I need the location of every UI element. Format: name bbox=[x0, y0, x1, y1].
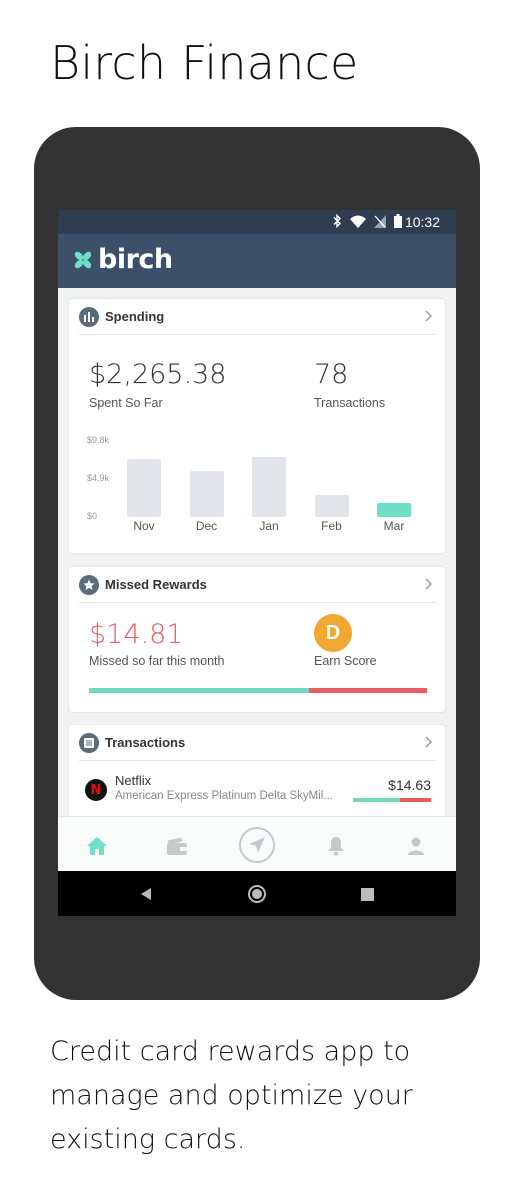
y-tick-label: $9.8k bbox=[87, 435, 110, 445]
app-logo[interactable]: birch bbox=[72, 244, 173, 275]
x-tick-label: Feb bbox=[321, 519, 342, 533]
transactions-count: 78 bbox=[314, 359, 349, 390]
wifi-icon bbox=[350, 215, 366, 231]
transaction-row[interactable]: N Netflix American Express Platinum Delt… bbox=[85, 773, 431, 809]
earn-score-label: Earn Score bbox=[314, 654, 377, 668]
chevron-right-icon[interactable] bbox=[421, 309, 435, 323]
list-icon bbox=[79, 732, 99, 753]
chart-bar-dec[interactable] bbox=[189, 471, 224, 517]
spending-bar-chart[interactable]: $9.8k $4.9k $0 Nov Dec Jan Feb Mar bbox=[79, 429, 439, 539]
recents-icon[interactable] bbox=[356, 883, 378, 905]
transactions-card-header[interactable]: Transactions bbox=[79, 725, 435, 761]
transaction-merchant: Netflix bbox=[115, 773, 152, 788]
home-icon[interactable] bbox=[80, 829, 114, 863]
profile-icon[interactable] bbox=[399, 829, 433, 863]
x-tick-label: Dec bbox=[195, 519, 218, 533]
missed-rewards-card-header[interactable]: Missed Rewards bbox=[79, 567, 435, 603]
bottom-navigation bbox=[58, 816, 456, 872]
status-bar: 10:32 bbox=[58, 210, 456, 234]
spending-amount: $2,265.38 bbox=[89, 359, 227, 390]
missed-rewards-amount: $14.81 bbox=[89, 619, 184, 650]
transaction-rewards-bar bbox=[353, 798, 431, 802]
brand-name: birch bbox=[98, 244, 173, 275]
chevron-right-icon[interactable] bbox=[421, 735, 435, 749]
rewards-progress-fill bbox=[89, 688, 309, 693]
earn-score-badge[interactable]: D bbox=[314, 614, 352, 652]
system-navigation-bar bbox=[58, 871, 456, 916]
wallet-icon[interactable] bbox=[160, 829, 194, 863]
star-icon bbox=[79, 574, 99, 595]
chart-bar-feb[interactable] bbox=[314, 494, 349, 517]
bar-chart-icon bbox=[79, 306, 99, 327]
battery-icon bbox=[394, 214, 402, 231]
netflix-logo-icon: N bbox=[85, 779, 107, 801]
transaction-card-name: American Express Platinum Delta SkyMil..… bbox=[115, 790, 333, 802]
rewards-progress-bar bbox=[89, 688, 427, 693]
status-time: 10:32 bbox=[404, 214, 440, 230]
transaction-rewards-fill bbox=[353, 798, 400, 802]
app-bar: birch bbox=[58, 234, 456, 288]
missed-rewards-label: Missed so far this month bbox=[89, 654, 225, 668]
birch-leaf-icon bbox=[72, 249, 94, 271]
spending-title: Spending bbox=[105, 309, 165, 324]
y-tick-label: $4.9k bbox=[87, 473, 110, 483]
spending-card[interactable]: Spending $2,265.38 Spent So Far 78 Trans… bbox=[68, 298, 446, 554]
x-tick-label: Nov bbox=[133, 519, 155, 533]
page-title: Birch Finance bbox=[50, 36, 359, 90]
phone-screen: 10:32 birch Spending $2,265.38 Spent So … bbox=[58, 210, 456, 916]
transaction-amount: $14.63 bbox=[388, 777, 431, 793]
bluetooth-icon bbox=[332, 213, 342, 231]
missed-rewards-title: Missed Rewards bbox=[105, 577, 207, 592]
home-button-icon[interactable] bbox=[246, 883, 268, 905]
navigate-icon[interactable] bbox=[239, 827, 275, 863]
spending-card-header[interactable]: Spending bbox=[79, 299, 435, 335]
x-tick-label: Jan bbox=[259, 519, 279, 533]
back-icon[interactable] bbox=[136, 883, 158, 905]
chart-bar-mar[interactable] bbox=[377, 503, 411, 517]
chart-bar-nov[interactable] bbox=[127, 458, 161, 517]
page-caption: Credit card rewards app to manage and op… bbox=[50, 1036, 413, 1155]
notifications-icon[interactable] bbox=[319, 829, 353, 863]
status-icons bbox=[332, 213, 402, 231]
transactions-count-label: Transactions bbox=[314, 396, 386, 410]
spending-amount-label: Spent So Far bbox=[89, 396, 163, 410]
transactions-title: Transactions bbox=[105, 735, 186, 750]
no-signal-icon bbox=[374, 214, 386, 231]
x-tick-label: Mar bbox=[383, 519, 405, 533]
y-tick-label: $0 bbox=[87, 511, 98, 521]
chart-bar-jan[interactable] bbox=[252, 456, 286, 517]
chevron-right-icon[interactable] bbox=[421, 577, 435, 591]
missed-rewards-card[interactable]: Missed Rewards $14.81 Missed so far this… bbox=[68, 566, 446, 713]
